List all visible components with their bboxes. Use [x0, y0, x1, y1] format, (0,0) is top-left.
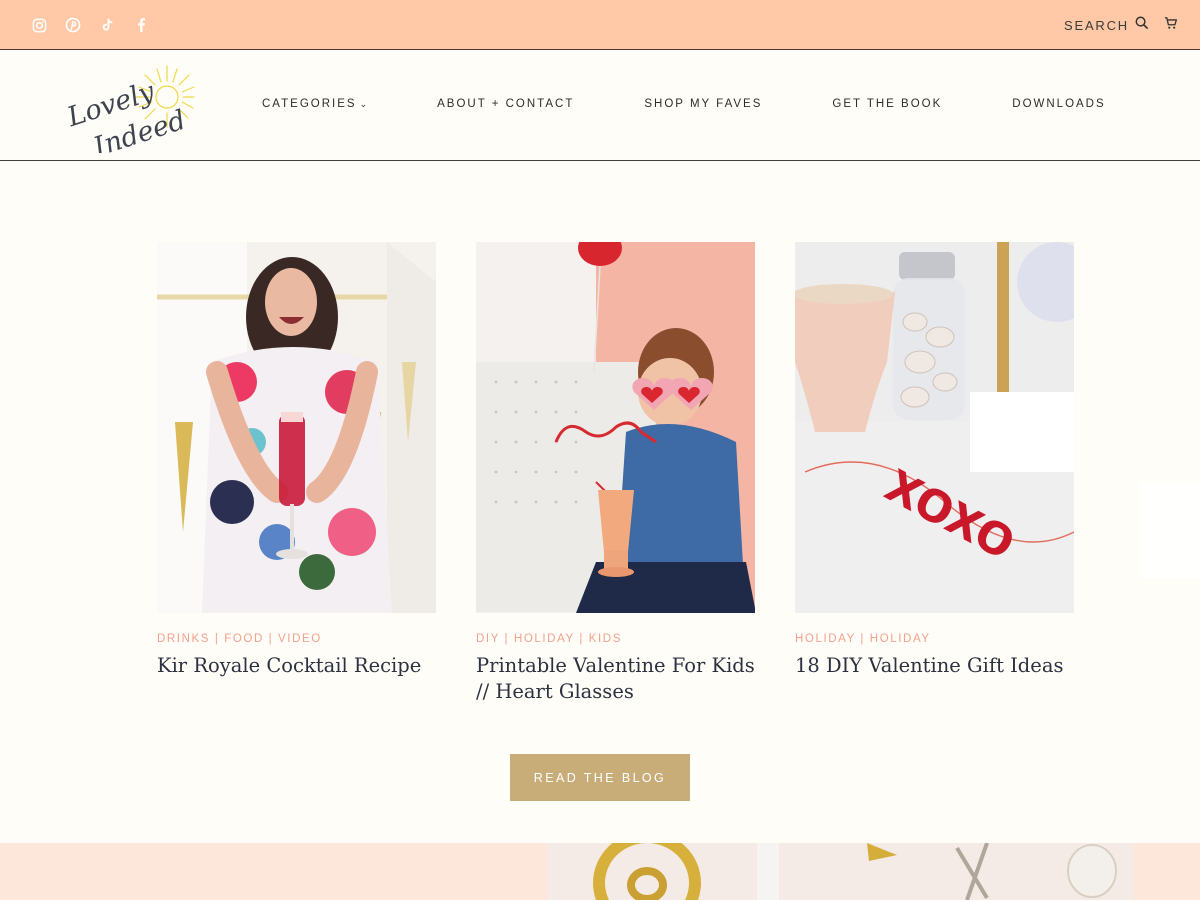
top-bar: SEARCH — [0, 0, 1200, 50]
pinterest-icon[interactable] — [64, 16, 82, 34]
nav-categories[interactable]: CATEGORIES ⌄ — [262, 98, 369, 110]
post-image[interactable] — [157, 242, 436, 613]
post-title[interactable]: Kir Royale Cocktail Recipe — [157, 653, 436, 679]
post-grid: DRINKS | FOOD | VIDEO Kir Royale Cocktai… — [157, 242, 1074, 705]
nav-shop-my-faves[interactable]: SHOP MY FAVES — [644, 98, 762, 110]
search-icon — [1135, 16, 1148, 34]
site-logo[interactable]: Lovely Indeed — [63, 61, 196, 164]
side-widget — [1140, 482, 1200, 578]
social-links — [30, 16, 150, 34]
bottom-image — [547, 843, 1134, 900]
post-image[interactable] — [476, 242, 755, 613]
post-title[interactable]: 18 DIY Valentine Gift Ideas — [795, 653, 1074, 679]
post-title[interactable]: Printable Valentine For Kids // Heart Gl… — [476, 653, 755, 705]
post-card: XOXO HOLIDAY | HOLIDAY 18 DIY Valentine … — [795, 242, 1074, 705]
site-header: Lovely Indeed CATEGORIES ⌄ ABOUT + CONTAC… — [0, 51, 1200, 164]
search-button[interactable]: SEARCH — [1064, 16, 1148, 34]
cart-icon[interactable] — [1164, 16, 1178, 35]
nav-about-contact[interactable]: ABOUT + CONTACT — [437, 98, 574, 110]
post-card: DIY | HOLIDAY | KIDS Printable Valentine… — [476, 242, 755, 705]
post-categories[interactable]: DRINKS | FOOD | VIDEO — [157, 633, 436, 645]
main-nav: CATEGORIES ⌄ ABOUT + CONTACT SHOP MY FAVE… — [262, 98, 1106, 110]
nav-downloads[interactable]: DOWNLOADS — [1012, 98, 1105, 110]
chevron-down-icon: ⌄ — [359, 99, 370, 109]
post-categories[interactable]: DIY | HOLIDAY | KIDS — [476, 633, 755, 645]
post-categories[interactable]: HOLIDAY | HOLIDAY — [795, 633, 1074, 645]
tiktok-icon[interactable] — [98, 16, 116, 34]
facebook-icon[interactable] — [132, 16, 150, 34]
read-the-blog-button[interactable]: READ THE BLOG — [510, 754, 690, 801]
nav-get-the-book[interactable]: GET THE BOOK — [832, 98, 942, 110]
instagram-icon[interactable] — [30, 16, 48, 34]
search-label: SEARCH — [1064, 17, 1129, 33]
nav-categories-label: CATEGORIES — [262, 98, 357, 110]
post-card: DRINKS | FOOD | VIDEO Kir Royale Cocktai… — [157, 242, 436, 705]
post-image[interactable]: XOXO — [795, 242, 1074, 613]
